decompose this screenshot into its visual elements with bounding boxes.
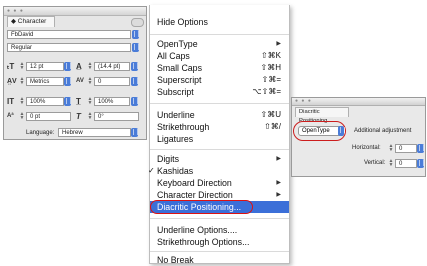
kerning-field[interactable]: Metrics xyxy=(26,77,64,86)
kerning-icon: A̤V xyxy=(7,78,17,85)
vertical-dropdown-icon[interactable] xyxy=(417,159,424,168)
font-size-icon: ₜT xyxy=(7,62,15,71)
font-family-dropdown-icon[interactable] xyxy=(132,30,139,39)
tracking-icon: AV xyxy=(76,78,84,84)
dp-titlebar[interactable]: ● ● ● xyxy=(292,98,425,106)
positioning-mode-select[interactable]: OpenType xyxy=(298,126,342,136)
leading-field[interactable]: (14.4 pt) xyxy=(94,62,130,71)
font-style-field[interactable]: Regular xyxy=(7,43,131,52)
font-size-stepper-icon[interactable]: ▲ ▼ xyxy=(19,62,25,71)
baseline-shift-field[interactable]: 0 pt xyxy=(26,112,71,121)
horizontal-label: Horizontal: xyxy=(352,145,381,151)
menu-item-keyboard-direction[interactable]: Keyboard Direction ▶ xyxy=(150,177,289,189)
language-dropdown-icon[interactable] xyxy=(131,128,138,137)
font-size-field[interactable]: 12 pt xyxy=(26,62,64,71)
horizontal-stepper-icon[interactable]: ▲ ▼ xyxy=(388,144,394,153)
vertical-scale-dropdown-icon[interactable] xyxy=(64,97,71,106)
leading-dropdown-icon[interactable] xyxy=(131,62,138,71)
mode-dropdown-icon[interactable] xyxy=(338,126,345,136)
font-size-dropdown-icon[interactable] xyxy=(64,62,71,71)
menu-item-kashidas[interactable]: ✓ Kashidas xyxy=(148,165,289,177)
font-family-field[interactable]: FbDavid xyxy=(7,30,131,39)
menu-separator xyxy=(150,34,289,35)
baseline-shift-stepper-icon[interactable]: ▲ ▼ xyxy=(19,112,25,121)
menu-item-strikethrough[interactable]: Strikethrough ⇧⌘/ xyxy=(150,121,289,133)
leading-icon: A̲ xyxy=(76,62,82,71)
menu-item-superscript[interactable]: Superscript ⇧⌘= xyxy=(150,74,289,86)
palette-titlebar[interactable]: ● ● ● xyxy=(4,7,146,16)
character-palette: ● ● ● ◆ Character FbDavid Regular ₜT ▲ ▼ … xyxy=(3,6,147,140)
menu-item-diacritic-positioning[interactable]: Diacritic Positioning... xyxy=(150,200,289,214)
vertical-scale-stepper-icon[interactable]: ▲ ▼ xyxy=(19,97,25,106)
character-panel-menu: Hide Options OpenType ▶ All Caps ⇧⌘K Small… xyxy=(148,5,290,266)
panel-menu-button[interactable] xyxy=(131,18,144,27)
horizontal-scale-field[interactable]: 100% xyxy=(94,97,130,106)
horizontal-field[interactable]: 0 xyxy=(395,144,417,153)
tab-character[interactable]: ◆ Character xyxy=(7,16,55,27)
tracking-dropdown-icon[interactable] xyxy=(131,77,138,86)
tracking-stepper-icon[interactable]: ▲ ▼ xyxy=(87,77,93,86)
font-style-dropdown-icon[interactable] xyxy=(132,43,139,52)
submenu-arrow-icon: ▶ xyxy=(276,41,281,47)
tab-diacritic-positioning[interactable]: Diacritic Positioning xyxy=(295,107,349,124)
menu-item-digits[interactable]: Digits ▶ xyxy=(150,153,289,165)
language-label: Language: xyxy=(26,130,55,136)
menu-item-no-break[interactable]: No Break xyxy=(150,254,289,266)
vertical-label: Vertical: xyxy=(364,160,386,166)
vertical-field[interactable]: 0 xyxy=(395,159,417,168)
horizontal-scale-stepper-icon[interactable]: ▲ ▼ xyxy=(87,97,93,106)
tracking-field[interactable]: 0 xyxy=(94,77,130,86)
submenu-arrow-icon: ▶ xyxy=(276,156,281,162)
menu-separator xyxy=(150,103,289,104)
leading-stepper-icon[interactable]: ▲ ▼ xyxy=(87,62,93,71)
skew-field[interactable]: 0° xyxy=(94,112,139,121)
menu-separator xyxy=(150,218,289,219)
submenu-arrow-icon: ▶ xyxy=(276,192,281,198)
menu-separator xyxy=(150,149,289,150)
horizontal-scale-icon: T̲ xyxy=(76,97,81,106)
baseline-shift-icon: Aª xyxy=(7,113,14,119)
kerning-dropdown-icon[interactable] xyxy=(64,77,71,86)
vertical-stepper-icon[interactable]: ▲ ▼ xyxy=(388,159,394,168)
menu-item-hide-options[interactable]: Hide Options xyxy=(150,16,289,28)
menu-item-underline-options[interactable]: Underline Options.... xyxy=(150,224,289,236)
skew-stepper-icon[interactable]: ▲ ▼ xyxy=(87,112,93,121)
diacritic-positioning-panel: ● ● ● Diacritic Positioning OpenType Add… xyxy=(291,97,426,177)
menu-item-ligatures[interactable]: Ligatures xyxy=(150,133,289,145)
window-controls-icon[interactable]: ● ● ● xyxy=(7,9,24,14)
skew-icon: T xyxy=(76,112,81,121)
window-controls-icon[interactable]: ● ● ● xyxy=(295,99,312,104)
vertical-scale-icon: IT xyxy=(7,97,15,106)
submenu-arrow-icon: ▶ xyxy=(276,180,281,186)
annotation-ellipse xyxy=(150,200,253,214)
language-select[interactable]: Hebrew xyxy=(58,128,131,137)
vertical-scale-field[interactable]: 100% xyxy=(26,97,64,106)
horizontal-dropdown-icon[interactable] xyxy=(417,144,424,153)
menu-separator xyxy=(150,251,289,252)
menu-item-subscript[interactable]: Subscript ⌥⇧⌘= xyxy=(150,86,289,98)
menu-item-small-caps[interactable]: Small Caps ⇧⌘H xyxy=(150,62,289,74)
checkmark-icon: ✓ xyxy=(148,166,155,175)
menu-item-all-caps[interactable]: All Caps ⇧⌘K xyxy=(150,50,289,62)
additional-adjustment-label: Additional adjustment xyxy=(354,128,412,134)
kerning-stepper-icon[interactable]: ▲ ▼ xyxy=(19,77,25,86)
menu-item-opentype[interactable]: OpenType ▶ xyxy=(150,38,289,50)
menu-item-strikethrough-options[interactable]: Strikethrough Options... xyxy=(150,236,289,248)
horizontal-scale-dropdown-icon[interactable] xyxy=(131,97,138,106)
menu-item-underline[interactable]: Underline ⇧⌘U xyxy=(150,109,289,121)
